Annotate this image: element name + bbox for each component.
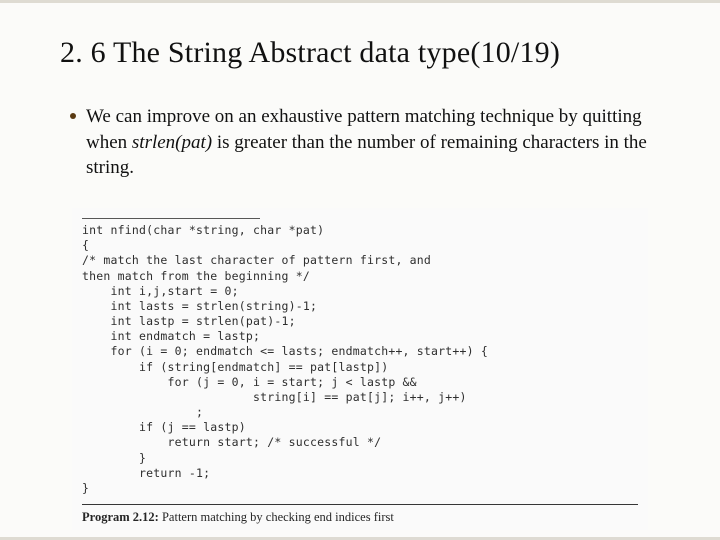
code-line: ; (82, 405, 638, 420)
bullet-text: We can improve on an exhaustive pattern … (86, 104, 660, 181)
code-figure: int nfind(char *string, char *pat) { /* … (72, 208, 648, 530)
code-line: string[i] == pat[j]; i++, j++) (82, 390, 638, 405)
slide: 2. 6 The String Abstract data type(10/19… (0, 0, 720, 540)
code-line: int i,j,start = 0; (82, 284, 638, 299)
code-line: int nfind(char *string, char *pat) (82, 223, 638, 238)
figure-caption: Program 2.12: Pattern matching by checki… (82, 509, 638, 526)
bullet-icon (70, 113, 76, 119)
code-line: for (j = 0, i = start; j < lastp && (82, 375, 638, 390)
bullet-text-em: strlen(pat) (132, 132, 212, 153)
figure-caption-rest: Pattern matching by checking end indices… (159, 510, 394, 524)
code-line: { (82, 238, 638, 253)
rule-top (82, 218, 260, 219)
code-line: if (string[endmatch] == pat[lastp]) (82, 360, 638, 375)
decoration-top (0, 0, 720, 17)
code-line: for (i = 0; endmatch <= lasts; endmatch+… (82, 344, 638, 359)
rule-bottom (82, 504, 638, 505)
code-line: } (82, 481, 638, 496)
bullet-item: We can improve on an exhaustive pattern … (70, 104, 660, 181)
code-line: return start; /* successful */ (82, 435, 638, 450)
code-line: if (j == lastp) (82, 420, 638, 435)
slide-title: 2. 6 The String Abstract data type(10/19… (60, 36, 680, 70)
code-line: int lastp = strlen(pat)-1; (82, 314, 638, 329)
code-line: then match from the beginning */ (82, 269, 638, 284)
code-line: /* match the last character of pattern f… (82, 253, 638, 268)
code-line: int lasts = strlen(string)-1; (82, 299, 638, 314)
figure-caption-bold: Program 2.12: (82, 510, 159, 524)
code-line: return -1; (82, 466, 638, 481)
code-line: int endmatch = lastp; (82, 329, 638, 344)
code-line: } (82, 451, 638, 466)
